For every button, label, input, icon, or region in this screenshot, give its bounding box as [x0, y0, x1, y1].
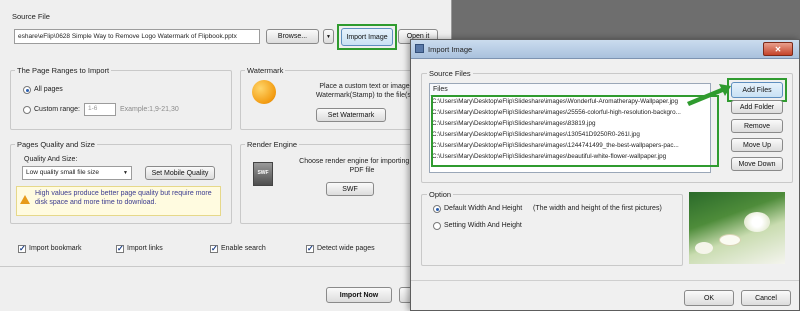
detect-wide-pages-checkbox[interactable]: ✓ — [306, 245, 314, 253]
quality-warning-text: High values produce better page quality … — [35, 190, 212, 206]
setting-size-radio[interactable] — [433, 222, 441, 230]
enable-search-checkbox[interactable]: ✓ — [210, 245, 218, 253]
source-file-title: Source File — [12, 12, 50, 21]
all-pages-label: All pages — [34, 86, 63, 93]
import-image-highlight — [337, 24, 397, 50]
add-files-highlight — [727, 78, 787, 102]
watermark-title: Watermark — [245, 66, 286, 75]
warning-icon — [20, 195, 30, 204]
import-links-checkbox[interactable]: ✓ — [116, 245, 124, 253]
footer-divider — [0, 266, 452, 267]
recent-files-dropdown-button[interactable]: ▼ — [323, 29, 334, 44]
dialog-footer-divider — [411, 280, 799, 281]
import-bookmark-label: Import bookmark — [29, 245, 82, 252]
quality-size-selected: Low quality small file size — [26, 169, 99, 176]
remove-button[interactable]: Remove — [731, 119, 783, 133]
render-engine-title: Render Engine — [245, 140, 300, 149]
set-mobile-quality-button[interactable]: Set Mobile Quality — [145, 166, 215, 180]
quality-title: Pages Quality and Size — [15, 140, 97, 149]
move-down-button[interactable]: Move Down — [731, 157, 783, 171]
watermark-stamp-icon — [252, 80, 276, 104]
ok-button[interactable]: OK — [684, 290, 734, 306]
main-window: Source File eshare\eFlip\0628 Simple Way… — [0, 0, 452, 311]
custom-range-input[interactable]: 1-6 — [84, 103, 116, 116]
page-ranges-title: The Page Ranges to Import — [15, 66, 112, 75]
detect-wide-pages-label: Detect wide pages — [317, 245, 375, 252]
set-watermark-button[interactable]: Set Watermark — [316, 108, 386, 122]
option-title: Option — [427, 190, 454, 199]
import-links-label: Import links — [127, 245, 163, 252]
move-up-button[interactable]: Move Up — [731, 138, 783, 152]
quality-size-label: Quality And Size: — [24, 156, 78, 163]
import-now-button[interactable]: Import Now — [326, 287, 392, 303]
source-file-path[interactable]: eshare\eFlip\0628 Simple Way to Remove L… — [14, 29, 260, 44]
dialog-close-button[interactable]: ✕ — [763, 42, 793, 56]
preview-petal — [695, 242, 713, 254]
enable-search-label: Enable search — [221, 245, 266, 252]
preview-candle — [719, 234, 741, 246]
all-pages-radio[interactable] — [23, 86, 31, 94]
page-ranges-group — [10, 70, 232, 130]
dialog-titlebar[interactable]: Import Image ✕ — [411, 40, 799, 59]
preview-flower — [744, 212, 770, 232]
image-preview — [689, 192, 785, 264]
quality-size-select[interactable]: Low quality small file size ▼ — [22, 166, 132, 180]
custom-range-example: Example:1,9-21,30 — [120, 106, 179, 113]
custom-range-label: Custom range: — [34, 106, 80, 113]
dialog-title: Import Image — [428, 45, 473, 54]
default-size-label: Default Width And Height — [444, 205, 523, 212]
arrow-icon — [687, 84, 731, 106]
swf-file-icon-label: SWF — [257, 170, 269, 176]
dialog-app-icon — [415, 44, 424, 53]
swf-button[interactable]: SWF — [326, 182, 374, 196]
add-folder-button[interactable]: Add Folder — [731, 100, 783, 114]
source-files-title: Source Files — [427, 69, 473, 78]
browse-button[interactable]: Browse... — [266, 29, 319, 44]
import-image-dialog: Import Image ✕ Source Files Files C:\Use… — [410, 39, 800, 311]
swf-file-icon: SWF — [253, 162, 273, 186]
chevron-down-icon: ▼ — [123, 170, 128, 176]
setting-size-label: Setting Width And Height — [444, 222, 522, 229]
import-bookmark-checkbox[interactable]: ✓ — [18, 245, 26, 253]
default-size-note: (The width and height of the first pictu… — [533, 205, 662, 212]
custom-range-radio[interactable] — [23, 106, 31, 114]
files-highlight — [431, 95, 719, 167]
default-size-radio[interactable] — [433, 205, 441, 213]
cancel-button[interactable]: Cancel — [741, 290, 791, 306]
quality-warning-box: High values produce better page quality … — [16, 186, 221, 216]
